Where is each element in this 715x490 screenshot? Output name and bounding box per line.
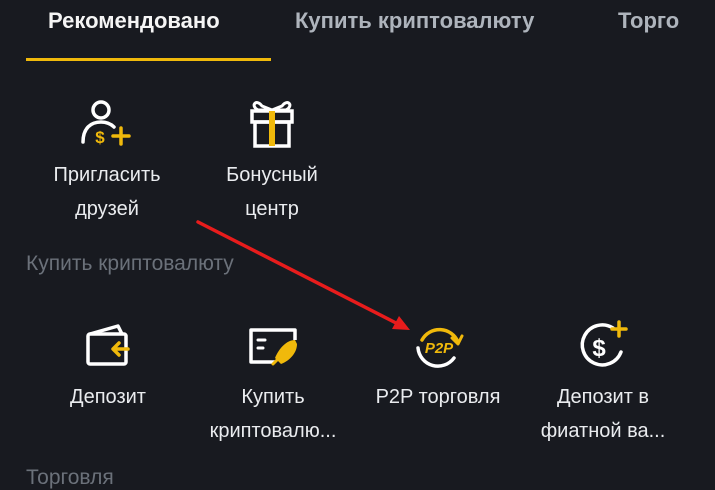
annotation-arrow bbox=[196, 220, 410, 330]
